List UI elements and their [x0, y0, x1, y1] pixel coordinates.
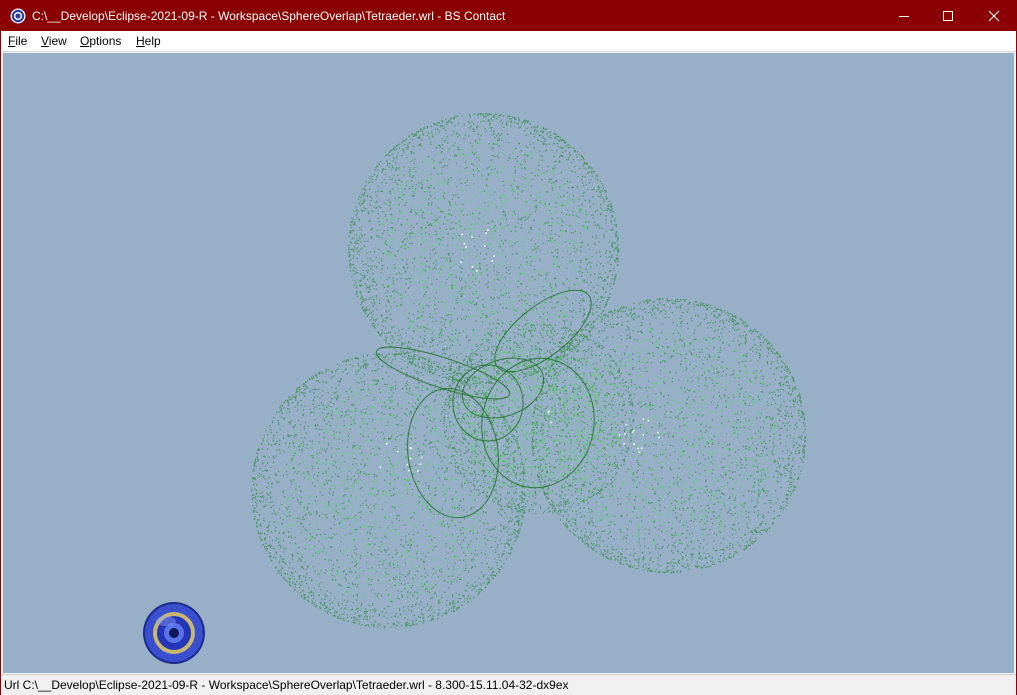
3d-viewport[interactable] [3, 53, 1014, 673]
minimize-icon [899, 16, 909, 17]
sphere-scene [251, 113, 807, 629]
window-title: C:\__Develop\Eclipse-2021-09-R - Workspa… [32, 9, 506, 23]
intersection-ring-2 [375, 346, 511, 400]
close-icon [988, 10, 1000, 22]
close-button[interactable] [971, 1, 1017, 31]
status-url-text: Url C:\__Develop\Eclipse-2021-09-R - Wor… [4, 678, 569, 692]
sphere-point-clouds [251, 113, 807, 629]
maximize-icon [943, 11, 953, 21]
bs-contact-logo-icon [10, 8, 26, 24]
sphere-points [251, 113, 807, 629]
status-bar: Url C:\__Develop\Eclipse-2021-09-R - Wor… [1, 674, 1016, 695]
app-window: C:\__Develop\Eclipse-2021-09-R - Workspa… [0, 0, 1017, 695]
navigation-target-icon[interactable] [142, 601, 206, 665]
menu-bar: File View Options Help [1, 31, 1016, 52]
menu-file[interactable]: File [8, 34, 27, 49]
menu-view[interactable]: View [41, 34, 67, 49]
minimize-button[interactable] [881, 1, 927, 31]
menu-help[interactable]: Help [136, 34, 161, 49]
menu-options[interactable]: Options [80, 34, 121, 49]
title-bar[interactable]: C:\__Develop\Eclipse-2021-09-R - Workspa… [1, 1, 1016, 31]
maximize-button[interactable] [925, 1, 971, 31]
